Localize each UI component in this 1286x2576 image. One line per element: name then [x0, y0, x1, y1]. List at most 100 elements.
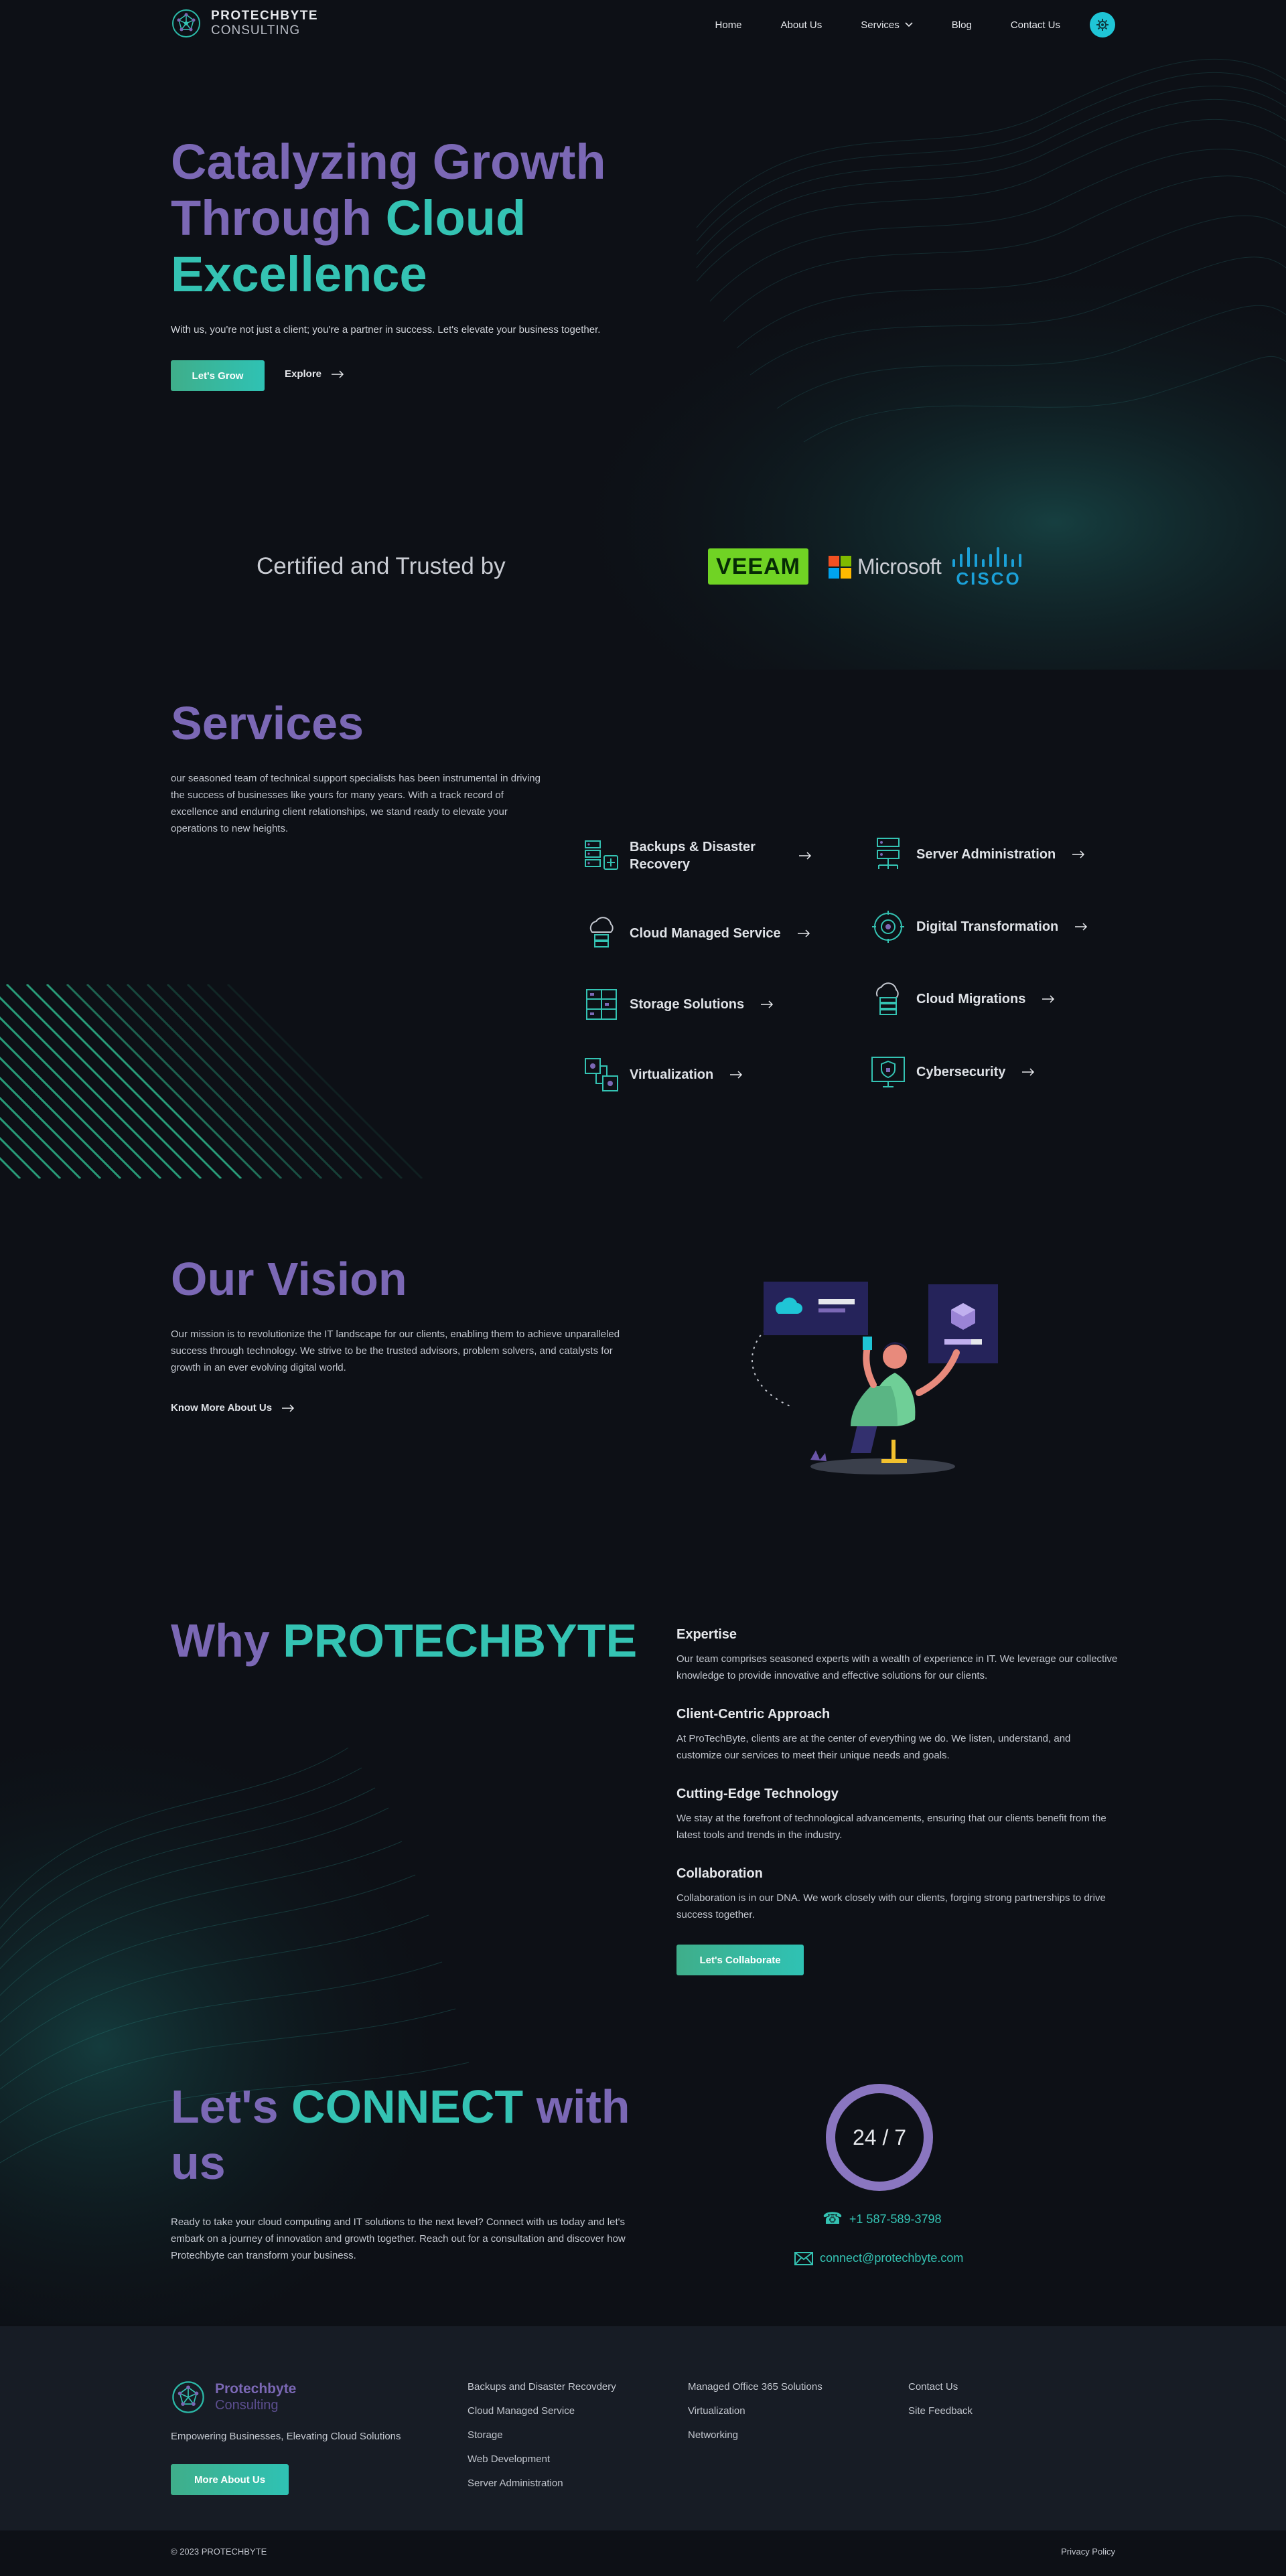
services-title: Services [171, 697, 364, 749]
services-description: our seasoned team of technical support s… [171, 773, 541, 834]
gear-icon [1096, 19, 1109, 31]
service-server-administration[interactable]: Server Administration [869, 836, 1085, 873]
theme-toggle-button[interactable] [1090, 12, 1115, 37]
cisco-logo: CISCO [952, 547, 1021, 587]
service-label: Storage Solutions [630, 997, 745, 1012]
footer-tagline: Empowering Businesses, Elevating Cloud S… [171, 2431, 401, 2442]
why-point-heading: Expertise [676, 1627, 737, 1642]
chevron-down-icon [905, 22, 913, 27]
footer-link[interactable]: Storage [468, 2428, 616, 2443]
explore-label: Explore [285, 368, 322, 380]
hero-title-line2: Through Cloud [171, 190, 606, 246]
diagonal-lines-decoration [0, 984, 423, 1179]
why-point-text: We stay at the forefront of technologica… [676, 1813, 1106, 1841]
phone-link[interactable]: ☎ +1 587-589-3798 [823, 2211, 942, 2227]
copyright-text: © 2023 PROTECHBYTE [171, 2547, 267, 2557]
footer-link[interactable]: Server Administration [468, 2476, 616, 2491]
brand-logo[interactable]: PROTECHBYTE CONSULTING [171, 8, 318, 39]
service-digital-transformation[interactable]: Digital Transformation [869, 908, 1088, 945]
service-backups-disaster-recovery[interactable]: Backups & Disaster Recovery [583, 837, 812, 875]
nav-services[interactable]: Services [861, 19, 913, 31]
footer-services-column-1: Backups and Disaster Recovdery Cloud Man… [468, 2380, 616, 2500]
hero-subtitle: With us, you're not just a client; you'r… [171, 324, 601, 335]
phone-icon: ☎ [823, 2210, 843, 2228]
footer-link[interactable]: Cloud Managed Service [468, 2404, 616, 2419]
microsoft-logo: Microsoft [829, 554, 942, 579]
why-point-cutting-edge: Cutting-Edge Technology We stay at the f… [676, 1787, 1119, 1843]
footer-link[interactable]: Managed Office 365 Solutions [688, 2380, 823, 2395]
why-point-heading: Client-Centric Approach [676, 1707, 831, 1722]
microsoft-squares-icon [829, 555, 851, 579]
explore-link[interactable]: Explore [285, 368, 344, 380]
arrow-right-icon [282, 1404, 295, 1412]
nav-blog[interactable]: Blog [952, 19, 972, 31]
service-cybersecurity[interactable]: Cybersecurity [869, 1053, 1035, 1091]
arrow-right-icon [1042, 995, 1055, 1003]
footer-link[interactable]: Web Development [468, 2452, 616, 2467]
footer-link[interactable]: Backups and Disaster Recovdery [468, 2380, 616, 2395]
phone-number: +1 587-589-3798 [849, 2212, 942, 2226]
arrow-right-icon [332, 370, 344, 378]
vision-illustration [751, 1282, 998, 1474]
arrow-right-icon [1072, 850, 1085, 858]
privacy-policy-link[interactable]: Privacy Policy [1061, 2547, 1115, 2557]
arrow-right-icon [730, 1071, 743, 1079]
service-cloud-migrations[interactable]: Cloud Migrations [869, 980, 1055, 1018]
veeam-logo-text: VEEAM [716, 553, 800, 579]
cloud-server-icon [589, 917, 614, 948]
backup-server-icon [585, 840, 618, 870]
site-header: PROTECHBYTE CONSULTING Home About Us Ser… [0, 0, 1286, 47]
why-point-expertise: Expertise Our team comprises seasoned ex… [676, 1627, 1119, 1684]
service-cloud-managed-service[interactable]: Cloud Managed Service [583, 915, 810, 952]
footer-brand-subtitle: Consulting [215, 2398, 279, 2413]
microsoft-logo-text: Microsoft [857, 554, 942, 579]
arrow-right-icon [1075, 923, 1088, 931]
lets-collaborate-button[interactable]: Let's Collaborate [676, 1945, 804, 1975]
know-more-about-us-link[interactable]: Know More About Us [171, 1402, 295, 1414]
nav-services-label: Services [861, 19, 900, 31]
service-label: Virtualization [630, 1067, 714, 1082]
why-point-text: Collaboration is in our DNA. We work clo… [676, 1892, 1106, 1920]
footer-link[interactable]: Virtualization [688, 2404, 823, 2419]
email-link[interactable]: connect@protechbyte.com [794, 2251, 963, 2265]
footer-link[interactable]: Networking [688, 2428, 823, 2443]
veeam-logo: VEEAM [708, 548, 808, 585]
network-logo-icon [172, 2381, 204, 2413]
service-virtualization[interactable]: Virtualization [583, 1056, 743, 1093]
service-storage-solutions[interactable]: Storage Solutions [583, 986, 774, 1023]
virtualization-icon [585, 1058, 618, 1091]
more-about-us-button[interactable]: More About Us [171, 2464, 289, 2495]
lets-grow-button[interactable]: Let's Grow [171, 360, 265, 391]
main-nav: Home About Us Services Blog Contact Us [676, 12, 1115, 37]
hero-title-cloud: Cloud [385, 190, 526, 246]
arrow-right-icon [1022, 1068, 1035, 1076]
storage-icon [586, 989, 617, 1020]
footer-bottom-bar: © 2023 PROTECHBYTE Privacy Policy [0, 2530, 1286, 2576]
hero-title-line3: Excellence [171, 246, 427, 302]
cloud-migration-icon [875, 982, 899, 1015]
vision-description: Our mission is to revolutionize the IT l… [171, 1329, 620, 1373]
cisco-logo-text: CISCO [956, 569, 1021, 587]
footer-brand-logo[interactable]: Protechbyte Consulting [171, 2380, 296, 2415]
server-rack-icon [877, 838, 900, 869]
service-label: Cloud Migrations [916, 992, 1026, 1006]
connect-title-connect: CONNECT [291, 2080, 524, 2133]
nav-home[interactable]: Home [715, 19, 742, 31]
footer-link[interactable]: Site Feedback [908, 2404, 973, 2419]
footer-link[interactable]: Contact Us [908, 2380, 973, 2395]
nav-contact-us[interactable]: Contact Us [1011, 19, 1060, 31]
nav-about-us[interactable]: About Us [781, 19, 823, 31]
why-point-text: Our team comprises seasoned experts with… [676, 1653, 1118, 1681]
brand-subtitle: CONSULTING [211, 23, 301, 37]
hero-title-through: Through [171, 190, 386, 246]
arrow-right-icon [797, 929, 810, 937]
connect-description: Ready to take your cloud computing and I… [171, 2216, 626, 2261]
why-title-brand: PROTECHBYTE [283, 1614, 638, 1667]
know-more-label: Know More About Us [171, 1402, 273, 1414]
email-icon [794, 2251, 813, 2265]
page: PROTECHBYTE CONSULTING Home About Us Ser… [0, 0, 1286, 2576]
why-point-heading: Collaboration [676, 1866, 763, 1881]
vision-title: Our Vision [171, 1253, 407, 1305]
why-point-text: At ProTechByte, clients are at the cente… [676, 1733, 1071, 1761]
hero-title: Catalyzing Growth Through Cloud Excellen… [171, 134, 606, 303]
